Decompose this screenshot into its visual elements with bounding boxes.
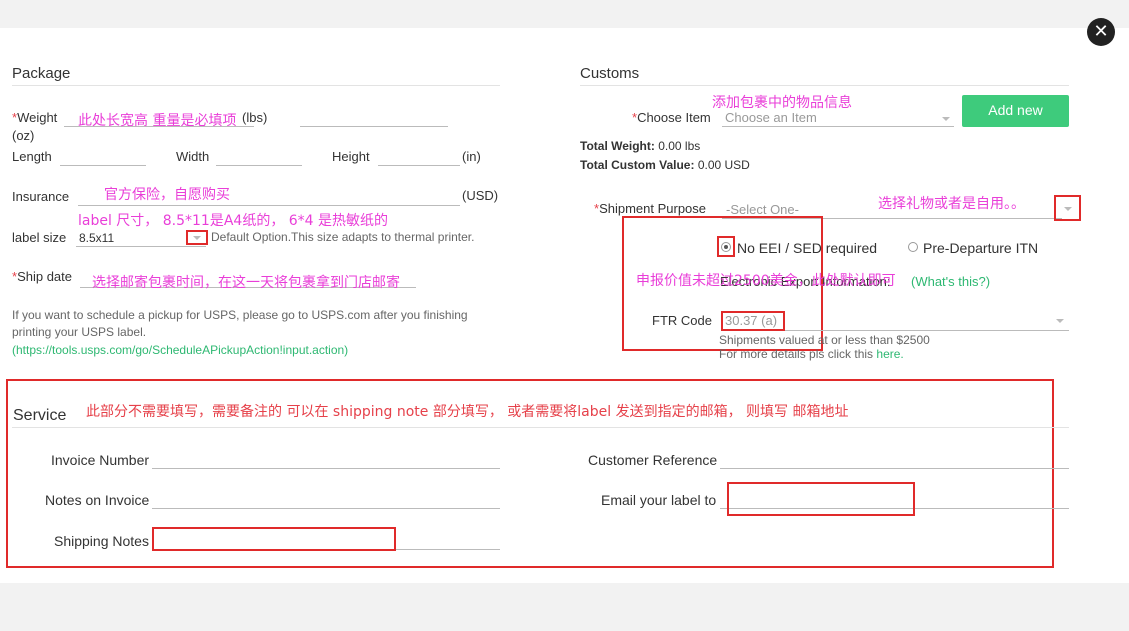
weight-unit-lbs: (lbs) xyxy=(242,110,268,125)
invoice-number-input[interactable] xyxy=(152,468,500,469)
chevron-down-icon[interactable] xyxy=(1056,319,1064,323)
no-eei-label: No EEI / SED required xyxy=(737,240,878,256)
choose-item-label: *Choose Item xyxy=(632,110,711,125)
service-divider xyxy=(12,427,1069,428)
eei-note: 申报价值未超过2500美金，此处默认即可 xyxy=(636,273,896,289)
customer-ref-input[interactable] xyxy=(720,468,1069,469)
add-new-button[interactable]: Add new xyxy=(962,95,1069,127)
top-strip xyxy=(0,0,1129,28)
purpose-select[interactable]: -Select One- xyxy=(726,202,799,217)
pickup-link[interactable]: (https://tools.usps.com/go/ScheduleAPick… xyxy=(12,343,348,357)
height-input[interactable] xyxy=(378,165,460,166)
invoice-number-label: Invoice Number xyxy=(51,452,150,468)
chevron-down-icon[interactable] xyxy=(942,117,950,121)
length-label: Length xyxy=(12,149,52,164)
label-size-label: label size xyxy=(12,230,67,245)
length-input[interactable] xyxy=(60,165,146,166)
pre-departure-radio[interactable] xyxy=(908,242,918,252)
ftr-hint-2: For more details pls click this here. xyxy=(719,347,904,361)
service-note: 此部分不需要填写，需要备注的 可以在 shipping note 部分填写， 或… xyxy=(86,404,849,420)
customer-ref-label: Customer Reference xyxy=(588,452,718,468)
label-size-note: label 尺寸， 8.5*11是A4纸的， 6*4 是热敏纸的 xyxy=(78,213,389,229)
items-note: 添加包裹中的物品信息 xyxy=(712,95,852,111)
purpose-label: *Shipment Purpose xyxy=(594,201,707,216)
notes-invoice-label: Notes on Invoice xyxy=(45,492,150,508)
package-divider xyxy=(12,85,500,86)
customs-divider xyxy=(580,85,1069,86)
pickup-info: If you want to schedule a pickup for USP… xyxy=(12,308,468,322)
width-label: Width xyxy=(176,149,210,164)
insurance-note: 官方保险，自愿购买 xyxy=(104,187,230,203)
insurance-input[interactable] xyxy=(78,205,460,206)
ftr-here-link[interactable]: here. xyxy=(876,347,903,361)
close-icon[interactable]: ✕ xyxy=(1087,18,1115,46)
ship-date-note: 选择邮寄包裹时间，在这一天将包裹拿到门店邮寄 xyxy=(92,275,400,291)
label-size-select[interactable] xyxy=(76,246,206,247)
no-eei-radio[interactable] xyxy=(721,242,731,252)
weight-unit-oz: (oz) xyxy=(12,128,35,143)
shipping-notes-input[interactable] xyxy=(152,527,396,551)
label-size-dropdown[interactable] xyxy=(186,230,208,245)
whats-this-link[interactable]: (What's this?) xyxy=(911,274,990,289)
package-title: Package xyxy=(12,65,71,82)
label-size-hint: Default Option.This size adapts to therm… xyxy=(211,230,475,244)
pickup-info-2: printing your USPS label. xyxy=(12,325,147,339)
total-value: Total Custom Value: 0.00 USD xyxy=(580,158,750,172)
total-weight: Total Weight: 0.00 lbs xyxy=(580,139,701,153)
ftr-hint: Shipments valued at or less than $2500 xyxy=(719,333,930,347)
ftr-underline xyxy=(785,330,1069,331)
ftr-label: FTR Code xyxy=(652,313,712,328)
email-input[interactable] xyxy=(727,482,915,516)
ftr-value: 30.37 (a) xyxy=(725,313,778,328)
purpose-dropdown[interactable] xyxy=(1054,195,1081,221)
weight-label: *Weight xyxy=(12,110,58,125)
notes-invoice-input[interactable] xyxy=(152,508,500,509)
weight-note: 此处长宽高 重量是必填项 xyxy=(78,113,237,129)
email-label: Email your label to xyxy=(601,492,717,508)
insurance-label: Insurance xyxy=(12,189,70,204)
dim-unit: (in) xyxy=(462,149,481,164)
width-input[interactable] xyxy=(216,165,302,166)
pre-departure-label: Pre-Departure ITN xyxy=(923,240,1039,256)
weight-oz-input[interactable] xyxy=(300,126,448,127)
choose-item-select[interactable]: Choose an Item xyxy=(725,110,817,125)
customs-title: Customs xyxy=(580,65,640,82)
insurance-unit: (USD) xyxy=(462,188,499,203)
choose-item-underline xyxy=(722,126,954,127)
purpose-note: 选择礼物或者是自用。。 xyxy=(878,196,1025,212)
service-title: Service xyxy=(13,407,67,424)
height-label: Height xyxy=(332,149,370,164)
ship-date-label: *Ship date xyxy=(12,269,72,284)
shipping-notes-label: Shipping Notes xyxy=(54,533,149,549)
label-size-value[interactable]: 8.5x11 xyxy=(79,231,114,245)
